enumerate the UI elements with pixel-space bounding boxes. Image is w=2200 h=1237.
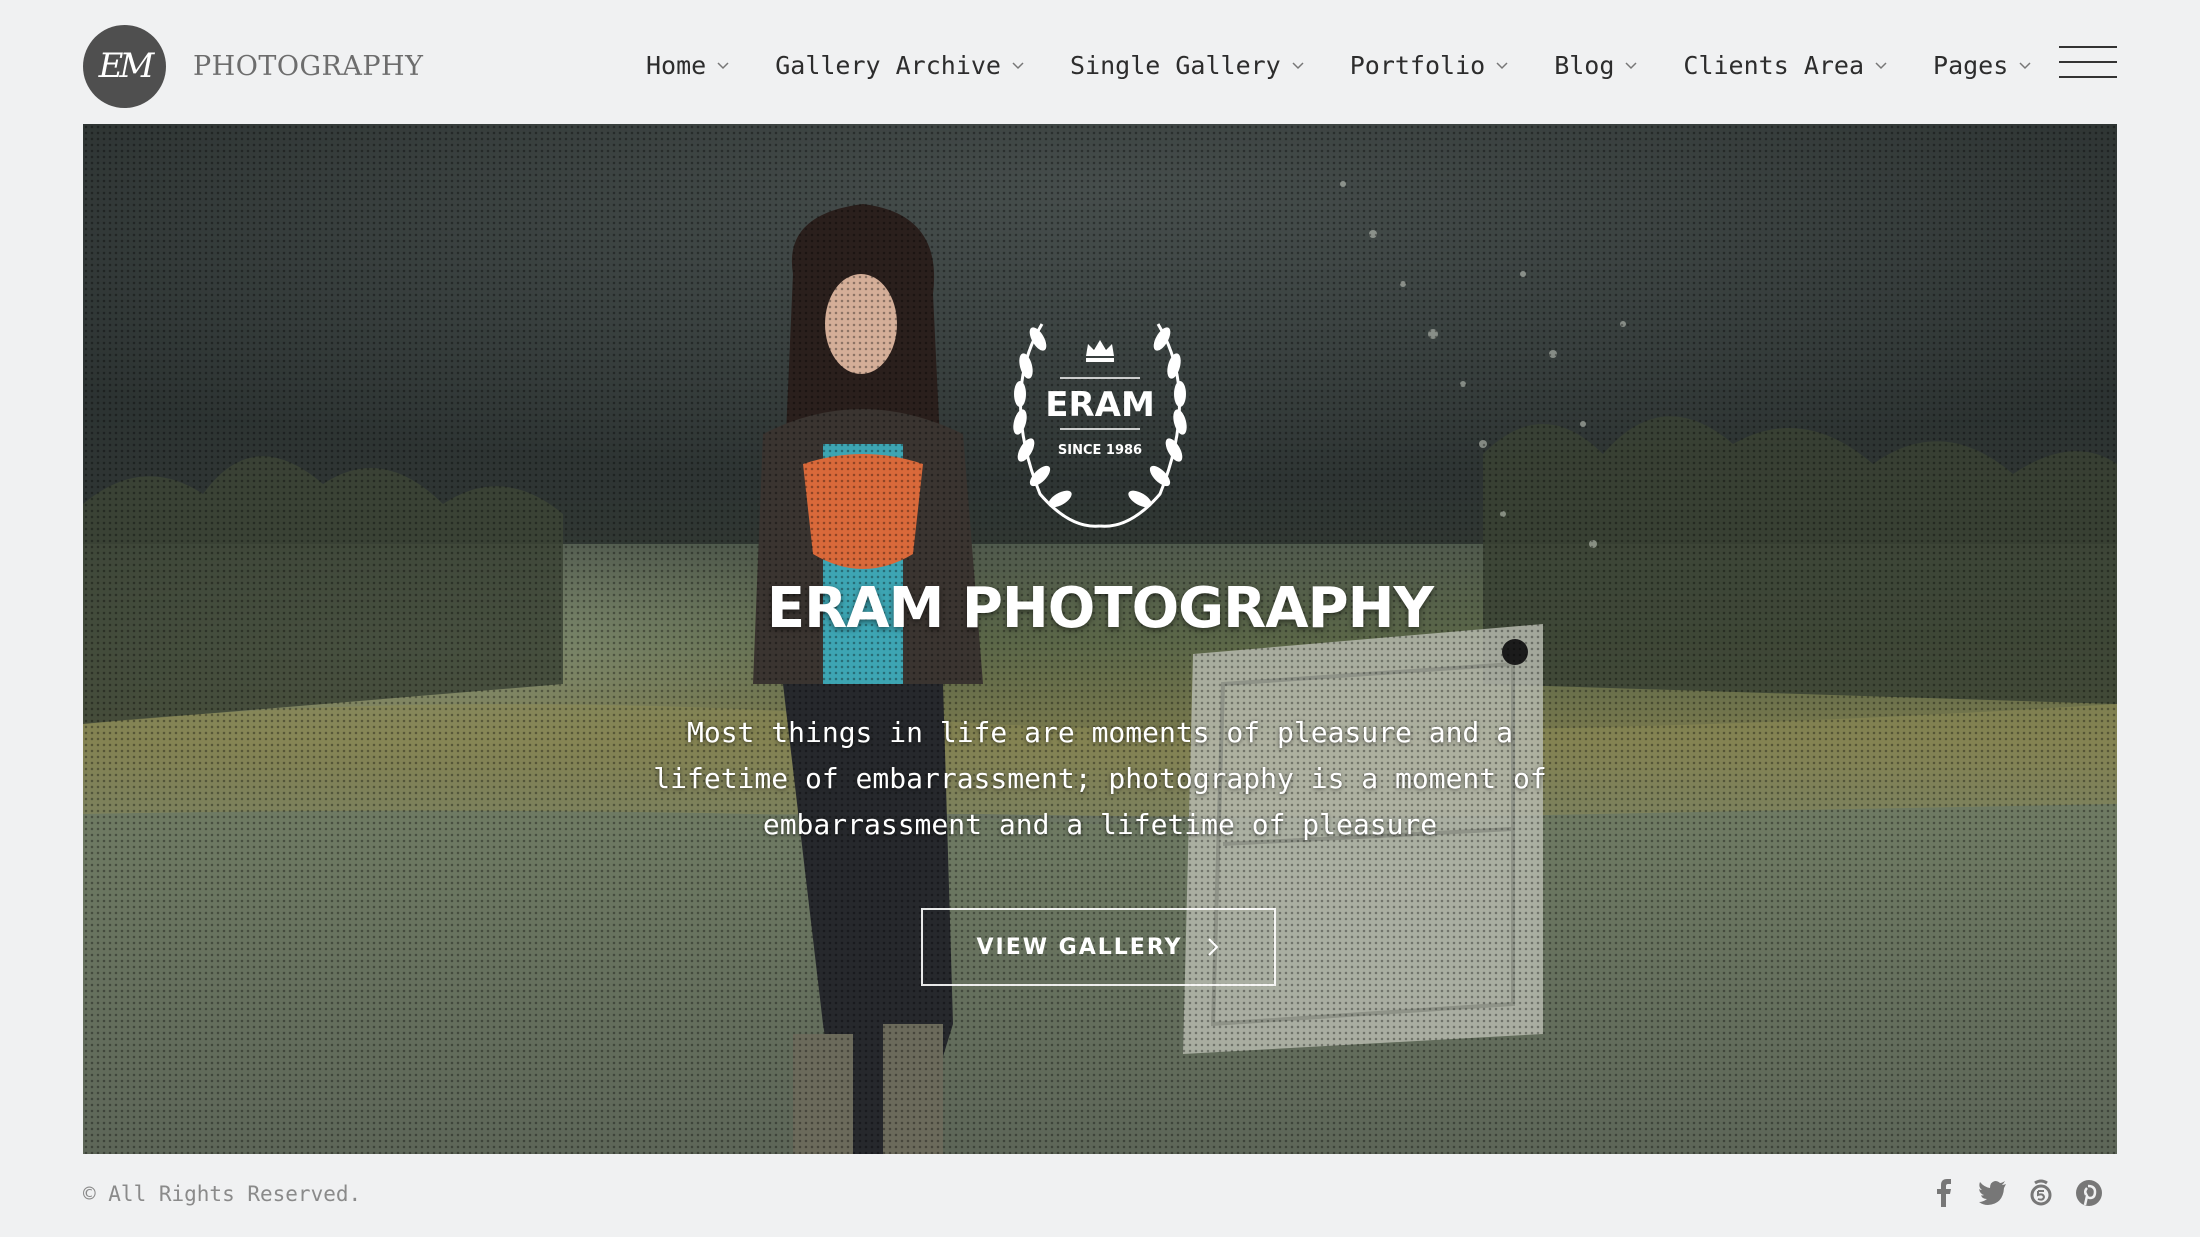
chevron-right-icon <box>1208 938 1219 956</box>
eram-emblem: ERAM SINCE 1986 <box>1013 323 1187 528</box>
main-nav: Home Gallery Archive Single Gallery Port… <box>646 40 2032 90</box>
nav-item-portfolio[interactable]: Portfolio <box>1350 51 1509 80</box>
nav-item-single-gallery[interactable]: Single Gallery <box>1070 51 1305 80</box>
hero-banner: ERAM SINCE 1986 ERAM PHOTOGRAPHY Most th… <box>83 124 2117 1154</box>
hero-quote-line: Most things in life are moments of pleas… <box>686 716 1513 749</box>
nav-item-label: Pages <box>1933 50 2009 80</box>
logo-text: PHOTOGRAPHY <box>193 50 424 82</box>
chevron-down-icon <box>1625 62 1637 70</box>
nav-item-pages[interactable]: Pages <box>1933 51 2032 80</box>
chevron-down-icon <box>2019 62 2031 70</box>
nav-item-home[interactable]: Home <box>646 51 730 80</box>
hero-content: ERAM SINCE 1986 ERAM PHOTOGRAPHY Most th… <box>83 124 2117 1154</box>
emblem-name: ERAM <box>1045 385 1155 425</box>
nav-item-label: Clients Area <box>1683 50 1865 80</box>
hero-quote-line: embarrassment and a lifetime of pleasure <box>762 808 1438 841</box>
chevron-down-icon <box>1292 62 1304 70</box>
view-gallery-button[interactable]: VIEW GALLERY <box>921 908 1276 986</box>
500px-icon[interactable] <box>2026 1178 2056 1208</box>
nav-item-blog[interactable]: Blog <box>1554 51 1638 80</box>
chevron-down-icon <box>1012 62 1024 70</box>
site-logo[interactable]: EM PHOTOGRAPHY <box>83 24 423 108</box>
footer-copyright: © All Rights Reserved. <box>83 1182 362 1206</box>
twitter-icon[interactable] <box>1978 1178 2008 1208</box>
crown-icon <box>1086 340 1114 362</box>
view-gallery-label: VIEW GALLERY <box>976 934 1183 960</box>
nav-item-label: Portfolio <box>1349 50 1486 80</box>
nav-item-clients-area[interactable]: Clients Area <box>1683 51 1888 80</box>
hero-title: ERAM PHOTOGRAPHY <box>766 576 1434 641</box>
nav-item-label: Home <box>646 50 707 80</box>
hamburger-icon[interactable] <box>2059 44 2117 80</box>
chevron-down-icon <box>1496 62 1508 70</box>
hero-quote-line: lifetime of embarrassment; photography i… <box>653 762 1547 795</box>
emblem-since: SINCE 1986 <box>1058 443 1142 458</box>
nav-item-gallery-archive[interactable]: Gallery Archive <box>775 51 1025 80</box>
hero-quote: Most things in life are moments of pleas… <box>650 710 1550 848</box>
pinterest-icon[interactable] <box>2074 1178 2104 1208</box>
chevron-down-icon <box>1875 62 1887 70</box>
nav-item-label: Gallery Archive <box>775 50 1001 80</box>
social-links <box>1930 1178 2104 1208</box>
logo-monogram: EM <box>83 24 166 108</box>
nav-item-label: Blog <box>1554 50 1615 80</box>
chevron-down-icon <box>717 62 729 70</box>
nav-item-label: Single Gallery <box>1070 50 1281 80</box>
facebook-icon[interactable] <box>1930 1178 1960 1208</box>
